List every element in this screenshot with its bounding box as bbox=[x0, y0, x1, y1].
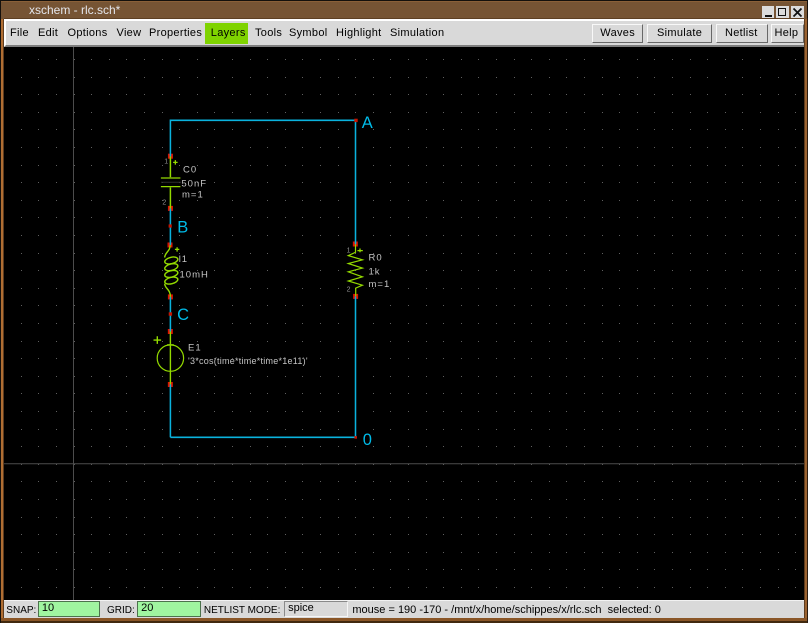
svg-text:C: C bbox=[177, 306, 189, 324]
svg-text:50nF: 50nF bbox=[181, 178, 207, 189]
svg-text:m=1: m=1 bbox=[182, 190, 204, 201]
svg-text:E1: E1 bbox=[188, 342, 202, 353]
svg-text:2: 2 bbox=[347, 287, 351, 294]
svg-text:R0: R0 bbox=[369, 253, 383, 264]
svg-text:0: 0 bbox=[363, 431, 372, 449]
svg-text:C0: C0 bbox=[183, 164, 197, 175]
svg-text:m=1: m=1 bbox=[369, 279, 391, 290]
svg-text:'3*cos(time*time*time*1e11)': '3*cos(time*time*time*1e11)' bbox=[188, 356, 308, 366]
svg-text:l1: l1 bbox=[179, 254, 188, 265]
svg-text:1: 1 bbox=[164, 159, 168, 166]
svg-text:B: B bbox=[177, 219, 188, 237]
svg-text:1k: 1k bbox=[369, 267, 381, 278]
svg-text:A: A bbox=[362, 114, 373, 132]
svg-text:1: 1 bbox=[347, 248, 351, 255]
svg-text:10mH: 10mH bbox=[180, 270, 209, 281]
svg-text:2: 2 bbox=[162, 200, 166, 207]
